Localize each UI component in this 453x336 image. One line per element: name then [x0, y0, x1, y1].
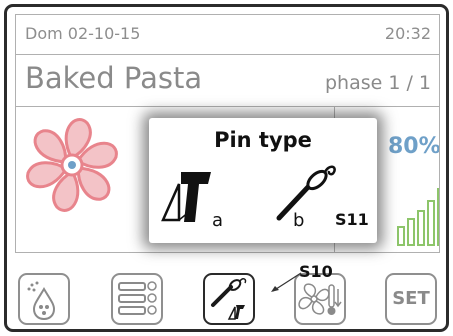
fan-icon	[26, 114, 118, 216]
pin-type-b-icon[interactable]	[271, 162, 339, 226]
callout-label-s11: S11	[335, 210, 369, 229]
date-label: Dom 02-10-15	[25, 24, 141, 43]
humidity-button[interactable]	[18, 273, 70, 325]
oven-display: Dom 02-10-15 20:32 Baked Pasta phase 1 /…	[4, 4, 449, 332]
tray-timers-button[interactable]	[111, 273, 163, 325]
pin-probe-icon	[211, 278, 247, 320]
humidity-drop-icon	[27, 281, 56, 321]
pin-type-dialog: Pin type a b S11	[149, 118, 377, 243]
dialog-title: Pin type	[214, 128, 312, 152]
recipe-name: Baked Pasta	[25, 61, 203, 95]
fan-speed-value: 80%	[388, 134, 440, 159]
pin-probe-button[interactable]	[203, 273, 255, 325]
callout-arrow-icon	[271, 272, 302, 292]
time-label: 20:32	[384, 24, 431, 43]
recipe-title-row[interactable]: Baked Pasta phase 1 / 1	[15, 54, 440, 107]
tray-timers-icon	[118, 281, 157, 315]
phase-indicator: phase 1 / 1	[324, 72, 431, 94]
set-button-label: SET	[392, 288, 430, 309]
set-button[interactable]: SET	[385, 273, 437, 325]
status-header: Dom 02-10-15 20:32	[15, 14, 440, 54]
fan-speed-bars	[397, 188, 439, 246]
pin-type-a-icon[interactable]	[159, 162, 214, 228]
pin-type-a-label: a	[212, 210, 224, 231]
pin-type-b-label: b	[293, 210, 305, 231]
